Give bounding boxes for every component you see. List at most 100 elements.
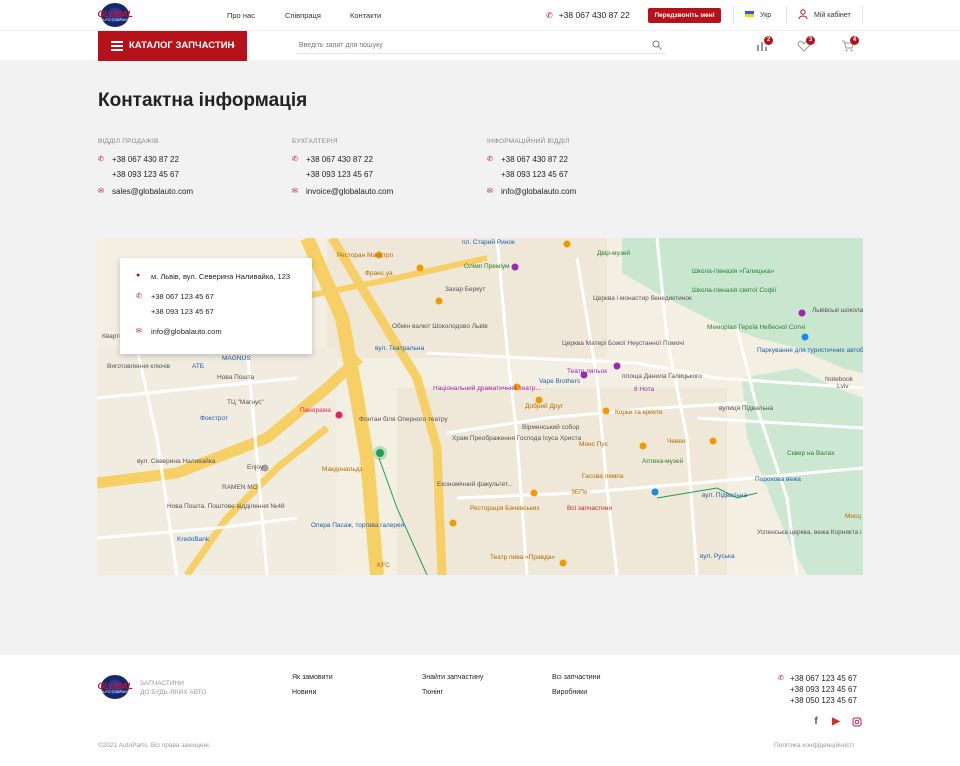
map-label: Гасова лямпа — [582, 473, 624, 480]
map-label: Фонтан біля Оперного театру — [359, 415, 449, 423]
footer-logo[interactable]: GLOBAL AUTO COMPANY — [97, 675, 133, 699]
map-label: Паркування для туристичних автобусів — [757, 346, 863, 354]
privacy-policy-link[interactable]: Політика конфіденційності — [774, 742, 854, 749]
map-label: Обмін валют Шоколодово Львів — [392, 322, 488, 330]
address-text: м. Львів, вул. Северина Наливайка, 123 — [151, 272, 291, 281]
logo[interactable]: GLOBAL AUTO COMPANY — [97, 3, 133, 27]
my-cabinet-link[interactable]: Мій кабінет — [798, 9, 851, 19]
column-heading: БУХГАЛТЕРІЯ — [292, 138, 338, 145]
tagline-line: ЗАПЧАСТИНИ — [140, 680, 184, 687]
column-heading: ІНФОРМАЦІЙНИЙ ВІДДІЛ — [487, 138, 570, 145]
cart-count-badge: 4 — [850, 36, 859, 45]
phone-text: +38 067 430 87 22 — [306, 155, 373, 164]
map-label: Двір-музей — [597, 249, 630, 257]
cart-button[interactable]: 4 — [841, 36, 859, 53]
map-label: Церква і монастир бенедиктинок — [593, 294, 692, 302]
catalog-button[interactable]: КАТАЛОГ ЗАПЧАСТИН ⌄ — [98, 31, 247, 61]
map-label: Всі запчастини — [567, 504, 612, 512]
user-icon — [798, 9, 808, 19]
page-title: Контактна інформація — [98, 90, 308, 111]
map-label: Меморіал Героїв Небесної Сотні — [707, 323, 805, 331]
catalog-label: КАТАЛОГ ЗАПЧАСТИН — [129, 40, 235, 51]
compare-count-badge: 2 — [764, 36, 773, 45]
map-label: площа Данила Галицького — [622, 373, 702, 380]
map-label: Ресторація Бачевських — [470, 504, 540, 512]
instagram-icon[interactable] — [852, 717, 862, 727]
top-header: GLOBAL AUTO COMPANY Про нас Співпраця Ко… — [0, 0, 960, 30]
mail-icon: ✉ — [292, 188, 298, 195]
map-label: Львівські шоколадні — [812, 306, 863, 314]
map-label: Сквер на Валах — [787, 450, 835, 457]
map-label: Чевен — [667, 438, 686, 445]
footer-link-find-part[interactable]: Знайти запчастину — [422, 674, 483, 681]
facebook-icon[interactable]: f — [811, 717, 821, 727]
email-text: info@globalauto.com — [501, 187, 577, 196]
search-input[interactable] — [296, 37, 666, 54]
phone-text: +38 067 430 87 22 — [501, 155, 568, 164]
map-label: KredoBank — [177, 536, 210, 543]
footer-link-how-to-order[interactable]: Як замовити — [292, 674, 333, 681]
map-label: Enjoy — [247, 464, 264, 471]
nav-cooperation[interactable]: Співпраця — [285, 11, 321, 20]
language-switcher[interactable]: Укр — [745, 11, 771, 19]
compare-button[interactable]: 2 — [755, 36, 773, 53]
map-label: Школа-гімназія «Галицька» — [692, 267, 775, 275]
footer-phone[interactable]: ✆ +38 067 123 45 67 — [778, 674, 857, 683]
map-label: Нова Пошта. Поштове відділення №48 — [167, 502, 285, 510]
phone-text: +38 093 123 45 67 — [306, 170, 373, 179]
phone-icon: ✆ — [292, 156, 298, 163]
logo-subtext: AUTO COMPANY — [100, 690, 130, 694]
map-label: Монс Пус — [579, 441, 609, 448]
phone-icon: ✆ — [98, 156, 104, 163]
favorites-count-badge: 3 — [806, 36, 815, 45]
footer-link-news[interactable]: Новини — [292, 689, 316, 696]
map-label: Театр пива «Правда» — [490, 554, 555, 561]
location-pin-icon: ● — [136, 272, 141, 279]
cabinet-label: Мій кабінет — [814, 12, 851, 19]
mail-icon: ✉ — [136, 328, 142, 335]
map-label: пл. Старий Ринок — [462, 238, 515, 246]
contact-column-info: ІНФОРМАЦІЙНИЙ ВІДДІЛ ✆ +38 067 430 87 22 … — [487, 138, 576, 196]
tagline-line: ДО БУДЬ-ЯКИХ АВТО — [140, 689, 207, 696]
youtube-icon[interactable]: ▶ — [831, 717, 841, 727]
map-label: Ресторан Маестро — [337, 252, 394, 259]
footer-link-tuning[interactable]: Тюнінг — [422, 689, 443, 696]
map-label: MAGNUS — [222, 355, 251, 362]
nav-contacts[interactable]: Контакти — [350, 11, 381, 20]
phone-text: +38 093 123 45 67 — [790, 685, 857, 694]
map-label: Успенська церква, вежа Корнякта і каплич… — [757, 528, 863, 536]
ukraine-flag-icon — [745, 11, 754, 17]
search-bar: КАТАЛОГ ЗАПЧАСТИН ⌄ 2 3 4 — [0, 30, 960, 61]
map-label: Аптека-музей — [642, 457, 683, 465]
map-label: вулиця Підвальна — [719, 404, 774, 412]
header-phone[interactable]: ✆ +38 067 430 87 22 — [546, 10, 630, 20]
mail-icon: ✉ — [487, 188, 493, 195]
map-label: Notebook — [825, 376, 854, 383]
map-label: вул. Северина Наливайка — [137, 457, 216, 465]
nav-about[interactable]: Про нас — [227, 11, 255, 20]
footer-phone[interactable]: +38 093 123 45 67 — [790, 685, 857, 694]
footer-link-all-parts[interactable]: Всі запчастини — [552, 674, 601, 681]
map-label: ТЦ "Магнус" — [227, 399, 264, 406]
map-label: Vape Brothers — [539, 378, 581, 385]
footer-phone[interactable]: +38 050 123 45 67 — [790, 696, 857, 705]
search-icon[interactable] — [652, 40, 662, 50]
favorites-button[interactable]: 3 — [797, 36, 815, 53]
map-label: Добрий Друг — [525, 402, 564, 410]
phone-icon: ✆ — [487, 156, 493, 163]
email-text: invoice@globalauto.com — [306, 187, 394, 196]
map-label: Економічний факультет... — [437, 480, 513, 488]
map-label: ЗБПо — [571, 489, 588, 496]
phone-icon: ✆ — [136, 293, 142, 300]
map-label: АТБ — [192, 363, 204, 370]
menu-icon — [111, 41, 123, 51]
callback-button[interactable]: Передзвоніть мені — [648, 8, 721, 23]
mail-icon: ✉ — [98, 188, 104, 195]
map-label: Порохова вежа — [755, 476, 801, 483]
footer-link-manufacturers[interactable]: Виробники — [552, 689, 587, 696]
phone-text: +38 093 123 45 67 — [112, 170, 179, 179]
phone-icon: ✆ — [778, 675, 784, 682]
phone-text: +38 067 123 45 67 — [151, 292, 214, 301]
map-label: Нова Пошта — [217, 374, 255, 381]
map-label: Опера Пасаж, торгова галерея — [311, 522, 405, 529]
